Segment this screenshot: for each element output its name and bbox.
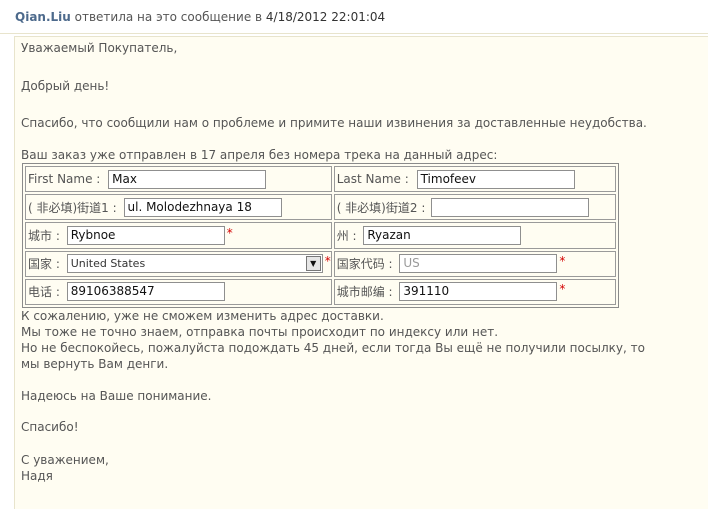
zip-input[interactable]: 391110 [399, 282, 558, 302]
state-input[interactable]: Ryazan [363, 225, 522, 245]
phone-cell: 电话 : 89106388547 [25, 278, 332, 305]
first-name-input[interactable]: Max [108, 169, 267, 189]
address-table: First Name : Max Last Name : Timofeev ( … [22, 163, 619, 308]
country-label: 国家 : [28, 257, 60, 272]
signature-text: Надя [21, 469, 53, 483]
street2-label: ( 非必填)街道2 : [336, 200, 426, 215]
last-name-label: Last Name : [336, 172, 409, 187]
cannot-change-text: К сожалению, уже не сможем изменить адре… [21, 309, 384, 323]
street1-cell: ( 非必填)街道1 : ul. Molodezhnaya 18 [25, 194, 332, 221]
zip-cell: 城市邮编 : 391110 * [333, 278, 616, 305]
chevron-down-icon[interactable]: ▼ [305, 256, 321, 272]
city-cell: 城市 : Rybnoe * [25, 222, 332, 249]
understanding-text: Надеюсь на Ваше понимание. [21, 389, 212, 403]
country-cell: 国家 : United States ▼ * [25, 250, 332, 277]
message-header: Qian.Liu ответила на это сообщение в 4/1… [0, 0, 708, 34]
required-mark: * [226, 225, 233, 240]
order-text: Ваш заказ уже отправлен в 17 апреля без … [21, 148, 498, 162]
street1-input[interactable]: ul. Molodezhnaya 18 [123, 197, 282, 217]
header-action-text: ответила на это сообщение в [70, 10, 266, 24]
greeting-text: Уважаемый Покупатель, [21, 41, 178, 55]
last-name-input[interactable]: Timofeev [416, 169, 575, 189]
country-code-input[interactable]: US [399, 254, 558, 274]
author-name[interactable]: Qian.Liu [15, 10, 71, 24]
postal-text: Мы тоже не точно знаем, отправка почты п… [21, 325, 499, 339]
regards-text: С уважением, [21, 453, 109, 467]
required-mark: * [559, 254, 566, 269]
zip-label: 城市邮编 : [336, 285, 393, 300]
message-date: 4/18/2012 22:01:04 [265, 10, 386, 24]
hello-text: Добрый день! [21, 79, 110, 93]
street2-input[interactable] [431, 197, 590, 217]
wait-text: Но не беспокойесь, пожалуйста подождать … [21, 341, 645, 355]
country-select[interactable]: United States ▼ [66, 254, 323, 274]
street1-label: ( 非必填)街道1 : [28, 200, 117, 215]
city-input[interactable]: Rybnoe [66, 225, 225, 245]
last-name-cell: Last Name : Timofeev [333, 166, 616, 193]
country-code-label: 国家代码 : [336, 257, 393, 272]
refund-text: мы вернуть Вам денги. [21, 357, 169, 371]
first-name-label: First Name : [28, 172, 101, 187]
thanks-text: Спасибо, что сообщили нам о проблеме и п… [21, 116, 647, 130]
state-label: 州 : [336, 228, 357, 243]
country-code-cell: 国家代码 : US * [333, 250, 616, 277]
street2-cell: ( 非必填)街道2 : [333, 194, 616, 221]
state-cell: 州 : Ryazan [333, 222, 616, 249]
thanks-closing-text: Спасибо! [21, 420, 79, 434]
city-label: 城市 : [28, 228, 60, 243]
first-name-cell: First Name : Max [25, 166, 332, 193]
phone-label: 电话 : [28, 285, 60, 300]
country-select-value: United States [70, 257, 146, 271]
required-mark: * [559, 282, 566, 297]
phone-input[interactable]: 89106388547 [66, 282, 225, 302]
message-body: Уважаемый Покупатель, Добрый день! Спаси… [14, 36, 708, 509]
required-mark: * [324, 254, 331, 269]
